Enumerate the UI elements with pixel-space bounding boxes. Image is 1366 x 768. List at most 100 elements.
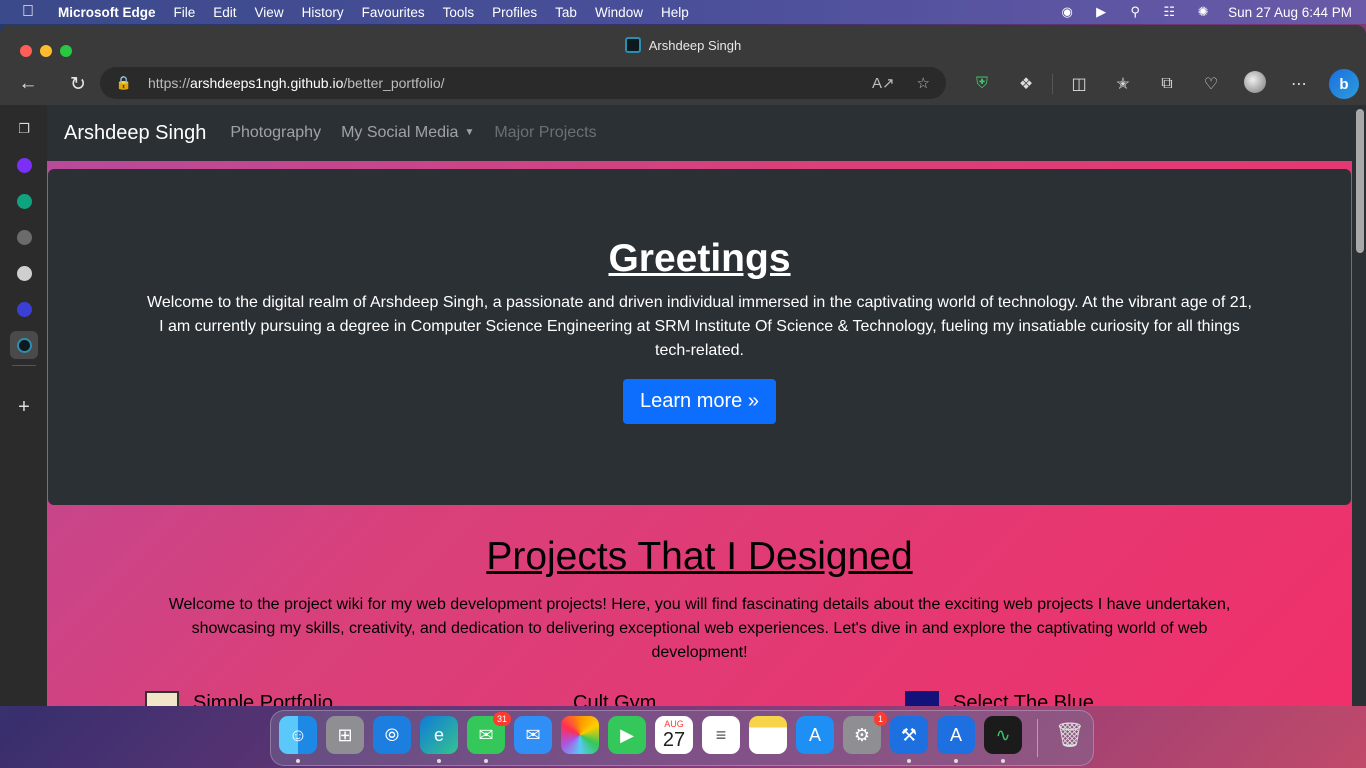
messages-badge: 31 — [492, 712, 511, 726]
collections-icon[interactable]: ⧉ — [1145, 75, 1189, 93]
profile-avatar[interactable] — [1233, 70, 1277, 98]
project-simple-portfolio[interactable]: Simple Portfolio — [145, 691, 333, 706]
gym-thumbnail-icon — [525, 691, 559, 706]
learn-more-button[interactable]: Learn more » — [623, 379, 776, 424]
url-path: /better_portfolio/ — [343, 75, 445, 91]
reminders-icon[interactable]: ≡ — [702, 716, 740, 754]
sidebar-tab-current-site[interactable] — [10, 331, 38, 359]
read-aloud-icon[interactable]: A↗ — [872, 74, 895, 92]
siri-icon[interactable]: ✺ — [1186, 4, 1220, 20]
blue-app-icon — [16, 301, 32, 317]
project-title: Cult Gym — [573, 691, 657, 707]
play-icon[interactable]: ▶ — [1084, 4, 1118, 20]
app-store-icon[interactable]: A — [796, 716, 834, 754]
extensions-icon[interactable]: ❖ — [1004, 74, 1048, 94]
calendar-icon[interactable]: AUG 27 — [655, 716, 693, 754]
sidebar-tab-gray[interactable] — [10, 223, 38, 251]
vertical-tabs-sidebar: ❐ + — [0, 105, 47, 706]
dock-divider — [1037, 719, 1038, 757]
gray-app-icon — [16, 229, 32, 245]
sidebar-tab-blue[interactable] — [10, 295, 38, 323]
menu-edit[interactable]: Edit — [204, 5, 245, 20]
instruments-icon[interactable]: A — [937, 716, 975, 754]
favorites-icon[interactable]: ✭ — [1101, 74, 1145, 94]
address-bar[interactable]: 🔒 https://arshdeeps1ngh.github.io/better… — [100, 67, 946, 99]
back-arrow-icon[interactable]: ← — [0, 73, 56, 95]
sidebar-tab-purple[interactable] — [10, 151, 38, 179]
site-tab-icon — [16, 337, 32, 353]
photos-icon[interactable] — [561, 716, 599, 754]
running-indicator — [954, 759, 958, 763]
menu-help[interactable]: Help — [652, 5, 698, 20]
menu-view[interactable]: View — [246, 5, 293, 20]
running-indicator — [484, 759, 488, 763]
chatgpt-icon — [16, 193, 32, 209]
blue-thumbnail-icon — [905, 691, 939, 706]
nav-photography[interactable]: Photography — [230, 124, 321, 142]
apple-menu-icon[interactable]:  — [0, 3, 56, 21]
trash-icon[interactable]: 🗑 — [1051, 716, 1089, 754]
mail-icon[interactable]: ✉ — [514, 716, 552, 754]
site-brand[interactable]: Arshdeep Singh — [64, 122, 206, 145]
browser-toolbar: ← ↻ 🔒 https://arshdeeps1ngh.github.io/be… — [0, 63, 1366, 105]
spotlight-search-icon[interactable]: ⚲ — [1118, 4, 1152, 20]
menu-app-name[interactable]: Microsoft Edge — [56, 5, 165, 20]
macos-dock: ☺ ⊞ ⦾ e ✉ 31 ✉ ▶ AUG 27 ≡ A ⚙ 1 ⚒ A ∿ 🗑 — [270, 710, 1094, 766]
project-title: Simple Portfolio — [193, 691, 334, 707]
safari-icon[interactable]: ⦾ — [373, 716, 411, 754]
messages-icon[interactable]: ✉ 31 — [467, 712, 511, 754]
more-menu-icon[interactable]: ⋯ — [1277, 74, 1321, 94]
menu-favourites[interactable]: Favourites — [353, 5, 434, 20]
lock-icon[interactable]: 🔒 — [100, 75, 148, 91]
menu-tab[interactable]: Tab — [546, 5, 586, 20]
menu-history[interactable]: History — [293, 5, 353, 20]
xcode-icon[interactable]: ⚒ — [890, 716, 928, 754]
running-indicator — [296, 759, 300, 763]
refresh-icon[interactable]: ↻ — [56, 73, 100, 96]
tab-actions-icon[interactable]: ❐ — [10, 115, 38, 143]
menubar-clock[interactable]: Sun 27 Aug 6:44 PM — [1220, 5, 1352, 20]
edge-icon[interactable]: e — [420, 716, 458, 754]
active-tab[interactable]: Arshdeep Singh — [0, 37, 1366, 53]
favorite-star-icon[interactable]: ☆ — [917, 74, 930, 92]
macos-menu-bar:  Microsoft Edge File Edit View History … — [0, 0, 1366, 24]
toolbar-actions: ⛨ ❖ ◫ ✭ ⧉ ♡ ⋯ b — [960, 63, 1359, 105]
menu-window[interactable]: Window — [586, 5, 652, 20]
project-cult-gym[interactable]: Cult Gym — [525, 691, 657, 707]
wifi-icon[interactable]: ◉ — [1050, 4, 1084, 20]
bing-copilot-icon[interactable]: b — [1329, 69, 1359, 99]
nav-major-projects[interactable]: Major Projects — [494, 124, 596, 142]
avatar-icon — [1244, 70, 1266, 93]
performance-icon[interactable]: ♡ — [1189, 74, 1233, 94]
running-indicator — [437, 759, 441, 763]
tab-title-text: Arshdeep Singh — [648, 38, 742, 53]
facetime-icon[interactable]: ▶ — [608, 716, 646, 754]
launchpad-icon[interactable]: ⊞ — [326, 716, 364, 754]
title-bar: Arshdeep Singh — [0, 25, 1366, 63]
activity-monitor-icon[interactable]: ∿ — [984, 716, 1022, 754]
menu-profiles[interactable]: Profiles — [483, 5, 546, 20]
project-title: Select The Blue — [953, 691, 1094, 707]
sidebar-tab-github[interactable] — [10, 259, 38, 287]
nav-social-media-dropdown[interactable]: My Social Media ▼ — [341, 124, 474, 142]
control-center-icon[interactable]: ☷ — [1152, 4, 1186, 20]
system-settings-icon[interactable]: ⚙ 1 — [843, 712, 887, 754]
url-host: arshdeeps1ngh.github.io — [190, 75, 344, 91]
projects-text: Welcome to the project wiki for my web d… — [168, 596, 1231, 661]
github-icon — [16, 265, 32, 281]
menu-file[interactable]: File — [165, 5, 205, 20]
calendar-month: AUG — [664, 718, 684, 729]
projects-title: Projects That I Designed — [486, 535, 913, 578]
project-select-the-blue[interactable]: Select The Blue — [905, 691, 1094, 706]
new-tab-plus-icon[interactable]: + — [10, 393, 38, 421]
hero-section: Greetings Welcome to the digital realm o… — [48, 169, 1351, 505]
sidebar-tab-chatgpt[interactable] — [10, 187, 38, 215]
page-scrollbar[interactable] — [1356, 109, 1364, 253]
notes-icon[interactable] — [749, 716, 787, 754]
adblock-shield-icon[interactable]: ⛨ — [960, 75, 1004, 93]
settings-badge: 1 — [873, 712, 887, 726]
menu-tools[interactable]: Tools — [434, 5, 484, 20]
split-screen-icon[interactable]: ◫ — [1057, 74, 1101, 94]
finder-icon[interactable]: ☺ — [279, 716, 317, 754]
purple-app-icon — [16, 157, 32, 173]
